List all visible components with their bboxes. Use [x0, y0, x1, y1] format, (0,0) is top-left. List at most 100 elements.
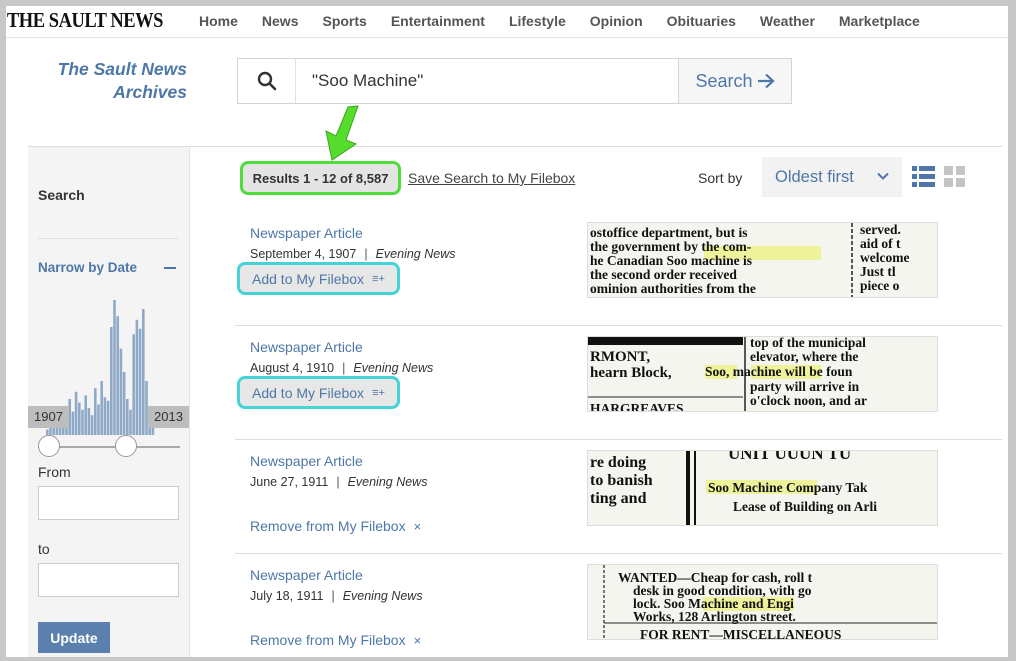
snippet-line: RMONT,: [590, 349, 650, 365]
snippet-line: Soo Machine Company Tak: [708, 480, 868, 495]
search-input[interactable]: [296, 59, 678, 103]
arrow-right-icon: [757, 73, 775, 89]
main-nav: Home News Sports Entertainment Lifestyle…: [199, 13, 944, 29]
add-to-filebox-button[interactable]: Add to My Filebox ≡+: [237, 262, 400, 295]
snippet-line: ting and: [590, 490, 647, 507]
remove-from-filebox-button[interactable]: Remove from My Filebox ×: [250, 518, 421, 534]
remove-from-filebox-label: Remove from My Filebox: [250, 632, 406, 648]
list-view-icon[interactable]: [912, 166, 935, 187]
histogram-bar: [129, 409, 132, 435]
histogram-bar: [87, 408, 91, 435]
search-icon: [238, 59, 296, 103]
snippet-line: re doing: [590, 454, 646, 471]
result-type-link[interactable]: Newspaper Article: [250, 339, 363, 355]
snippet-line: elevator, where the: [750, 349, 858, 364]
result-type-link[interactable]: Newspaper Article: [250, 453, 363, 469]
range-end-label: 2013: [148, 406, 189, 428]
nav-entertainment[interactable]: Entertainment: [391, 13, 485, 29]
histogram-bar: [81, 409, 84, 435]
search-button[interactable]: Search: [678, 59, 791, 103]
snippet-line: ostoffice department, but is: [590, 225, 747, 240]
grid-view-icon[interactable]: [944, 166, 965, 187]
histogram-bar: [113, 300, 116, 435]
result-item: Newspaper Article August 4, 1910 | Evening…: [235, 326, 1002, 440]
sidebar-divider: [38, 238, 178, 239]
nav-weather[interactable]: Weather: [760, 13, 815, 29]
histogram-bar: [135, 319, 139, 435]
result-meta: August 4, 1910 | Evening News: [250, 361, 434, 375]
snippet-line: the second order received: [590, 267, 737, 282]
histogram-bar: [132, 334, 135, 435]
snippet-line: to banish: [590, 472, 653, 489]
remove-from-filebox-label: Remove from My Filebox: [250, 518, 406, 534]
article-snippet-image[interactable]: ostoffice department, but is the governm…: [587, 222, 938, 298]
add-to-filebox-button[interactable]: Add to My Filebox ≡+: [237, 376, 400, 409]
histogram-bar: [94, 388, 97, 435]
result-date: June 27, 1911: [250, 475, 329, 489]
chevron-down-icon: [877, 172, 889, 180]
snippet-line: ominion authorities from the: [590, 281, 756, 296]
histogram-bar: [110, 327, 113, 435]
to-label: to: [38, 541, 50, 557]
result-item: Newspaper Article July 18, 1911 | Evening …: [235, 554, 1002, 661]
result-type-link[interactable]: Newspaper Article: [250, 225, 363, 241]
sort-select[interactable]: Oldest first: [762, 157, 902, 197]
result-publication: Evening News: [342, 589, 423, 603]
nav-lifestyle[interactable]: Lifestyle: [509, 13, 566, 29]
save-search-link[interactable]: Save Search to My Filebox: [408, 170, 575, 186]
snippet-line: HARGREAVES: [590, 401, 684, 412]
article-snippet-image[interactable]: re doing to banish ting and UNIT UUUN TU…: [587, 450, 938, 526]
from-label: From: [38, 464, 71, 480]
archives-title-line2: Archives: [113, 82, 187, 102]
histogram-bar: [126, 399, 129, 435]
nav-opinion[interactable]: Opinion: [590, 13, 643, 29]
result-date: August 4, 1910: [250, 361, 335, 375]
add-to-filebox-label: Add to My Filebox: [252, 270, 365, 287]
snippet-line: UNIT UUUN TU: [728, 451, 851, 463]
histogram-bar: [116, 316, 119, 435]
histogram-bar: [55, 427, 59, 435]
nav-home[interactable]: Home: [199, 13, 238, 29]
histogram-bar: [138, 328, 142, 435]
nav-obituaries[interactable]: Obituaries: [667, 13, 736, 29]
add-list-icon: ≡+: [372, 386, 385, 399]
snippet-line: served.: [860, 223, 901, 237]
result-meta: June 27, 1911 | Evening News: [250, 475, 428, 489]
nav-marketplace[interactable]: Marketplace: [839, 13, 920, 29]
nav-news[interactable]: News: [262, 13, 299, 29]
result-type-link[interactable]: Newspaper Article: [250, 567, 363, 583]
remove-from-filebox-button[interactable]: Remove from My Filebox ×: [250, 632, 421, 648]
histogram-bar: [78, 402, 81, 435]
date-slider-end-handle[interactable]: [115, 435, 137, 457]
result-meta: September 4, 1907 | Evening News: [250, 247, 456, 261]
histogram-bar: [100, 381, 103, 435]
article-snippet-image[interactable]: RMONT, hearn Block, HARGREAVES top of th…: [587, 336, 938, 412]
result-date: September 4, 1907: [250, 247, 357, 261]
search-button-label: Search: [695, 70, 753, 91]
top-navigation: THE SAULT NEWS Home News Sports Entertai…: [6, 4, 1008, 38]
snippet-line: the government by the com-: [590, 239, 751, 254]
result-item: Newspaper Article September 4, 1907 | Even…: [235, 212, 1002, 326]
annotation-arrow-icon: [325, 105, 359, 161]
nav-sports[interactable]: Sports: [322, 13, 366, 29]
site-logo[interactable]: THE SAULT NEWS: [6, 8, 176, 33]
to-date-input[interactable]: [38, 563, 179, 597]
add-list-icon: ≡+: [372, 272, 385, 285]
narrow-by-date-toggle[interactable]: Narrow by Date: [38, 260, 137, 275]
article-snippet-image[interactable]: WANTED—Cheap for cash, roll t desk in go…: [587, 564, 938, 640]
update-button[interactable]: Update: [38, 622, 110, 653]
snippet-line: he Canadian Soo machine is: [590, 253, 752, 268]
result-meta: July 18, 1911 | Evening News: [250, 589, 423, 603]
search-bar: Search: [237, 58, 792, 104]
histogram-bar: [71, 411, 75, 435]
from-date-input[interactable]: [38, 486, 179, 520]
histogram-bar: [74, 391, 78, 435]
snippet-line: o'clock noon, and ar: [750, 393, 867, 408]
collapse-minus-icon[interactable]: [164, 267, 176, 269]
histogram-bar: [97, 404, 100, 435]
close-icon: ×: [413, 633, 422, 648]
archives-title[interactable]: The Sault News Archives: [58, 58, 187, 104]
date-slider-start-handle[interactable]: [38, 435, 60, 457]
histogram-bar: [119, 348, 123, 435]
range-start-label: 1907: [28, 406, 69, 428]
